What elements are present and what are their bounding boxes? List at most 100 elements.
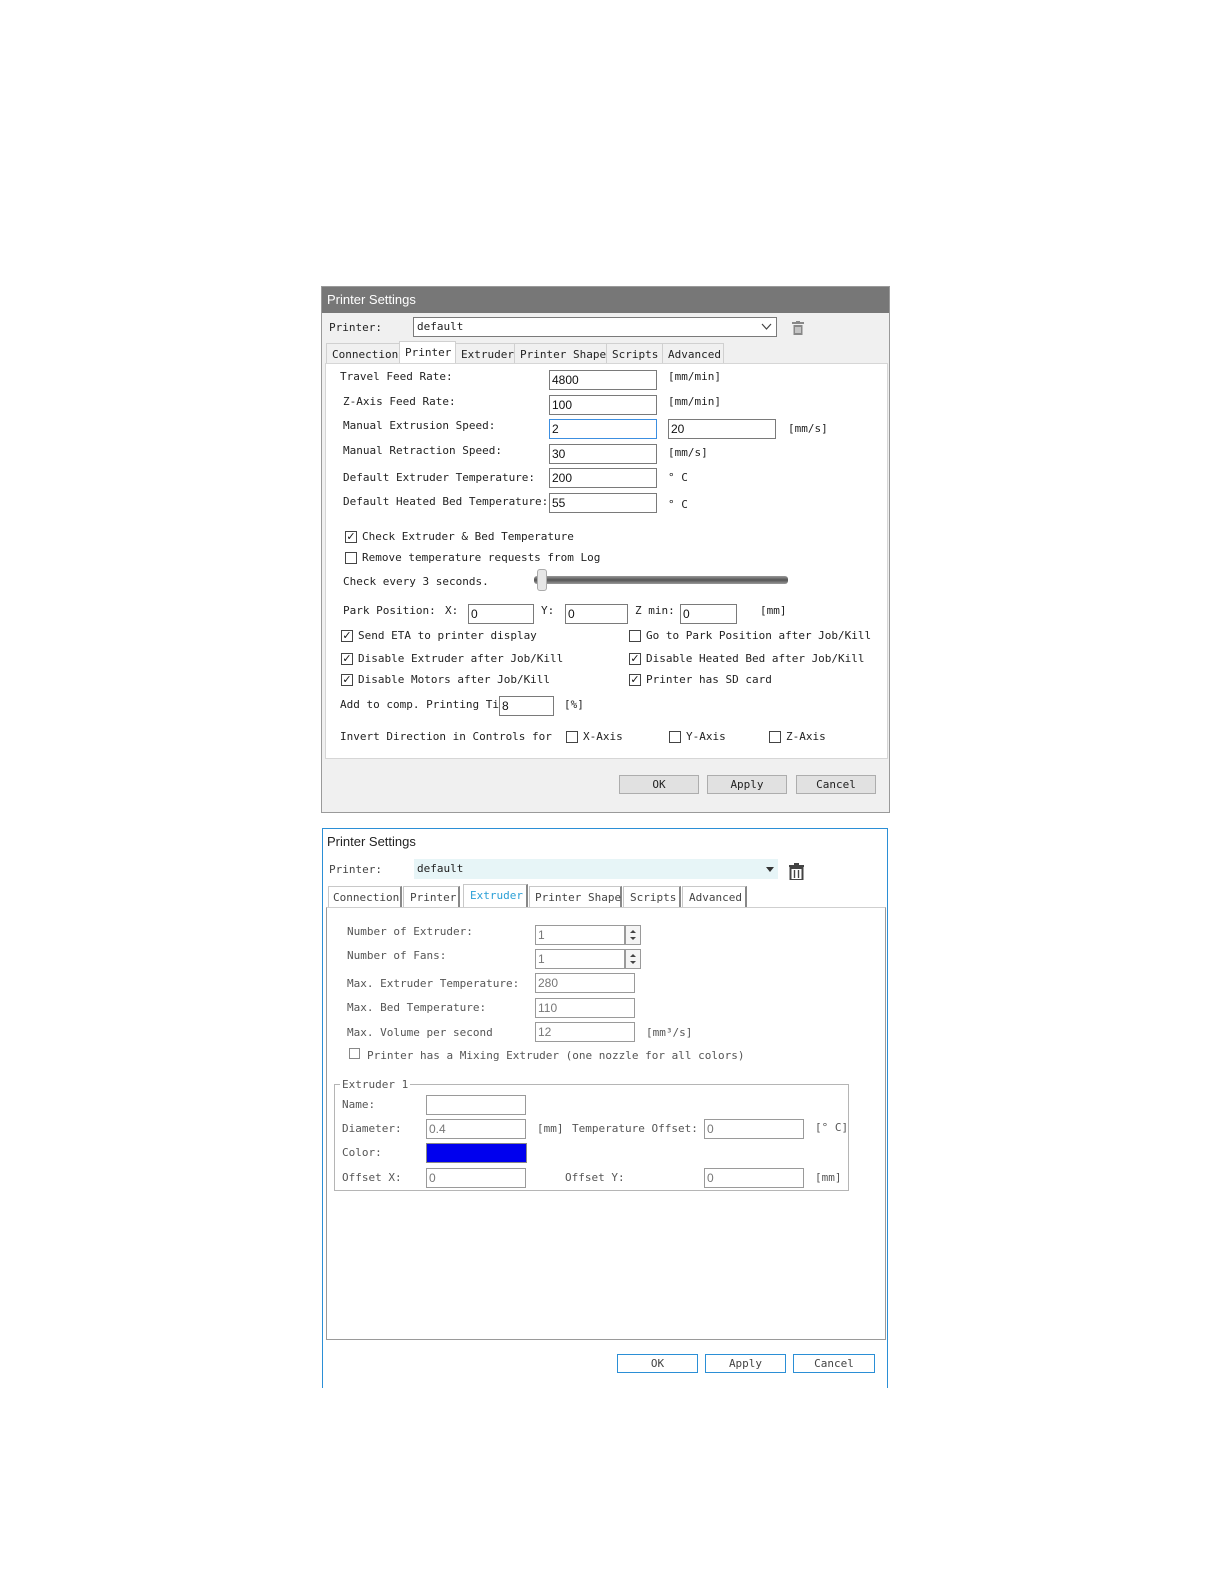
tab-extruder[interactable]: Extruder: [463, 884, 528, 908]
has-sd-card-checkbox[interactable]: ✓: [629, 674, 641, 686]
printer-settings-dialog-extruder-tab: Printer Settings Printer: default Connec…: [322, 828, 888, 1388]
printer-select-value: default: [417, 862, 464, 875]
spinner-arrows-icon: [630, 954, 636, 964]
max-bed-temperature-input[interactable]: 110: [535, 998, 635, 1018]
ok-button[interactable]: OK: [617, 1354, 698, 1373]
park-position-unit: [mm]: [760, 604, 787, 617]
manual-extrusion-speed-label: Manual Extrusion Speed:: [343, 419, 496, 432]
spinner-arrows-icon: [630, 930, 636, 940]
check-interval-label: Check every 3 seconds.: [343, 575, 489, 588]
tab-advanced-label: Advanced: [689, 891, 742, 904]
park-y-input[interactable]: 0: [565, 604, 628, 624]
park-position-label: Park Position:: [343, 604, 436, 617]
tab-advanced-label: Advanced: [668, 348, 721, 361]
max-volume-input[interactable]: 12: [535, 1022, 635, 1042]
tab-connection[interactable]: Connection: [326, 343, 400, 363]
park-zmin-input[interactable]: 0: [680, 604, 737, 624]
travel-feed-rate-label: Travel Feed Rate:: [340, 370, 453, 383]
max-extruder-temperature-input[interactable]: 280: [535, 973, 635, 993]
title-bar[interactable]: Printer Settings: [322, 287, 889, 313]
max-volume-unit: [mm³/s]: [646, 1026, 693, 1039]
diameter-input[interactable]: 0.4: [426, 1119, 526, 1139]
extruder-1-group-label: Extruder 1: [340, 1078, 411, 1091]
extruder-name-input[interactable]: [426, 1095, 526, 1115]
invert-y-axis-label: Y-Axis: [686, 730, 726, 743]
manual-extrusion-speed-unit: [mm/s]: [788, 422, 828, 435]
number-of-fans-input[interactable]: 1: [535, 949, 625, 969]
number-of-fans-spinner[interactable]: [625, 949, 641, 969]
manual-extrusion-speed-input-2[interactable]: 20: [668, 419, 776, 439]
disable-motors-label: Disable Motors after Job/Kill: [358, 673, 551, 686]
check-interval-slider-thumb[interactable]: [537, 569, 547, 591]
default-heated-bed-temperature-unit: ° C: [668, 498, 688, 511]
add-printing-time-unit: [%]: [564, 698, 584, 711]
apply-button[interactable]: Apply: [707, 775, 787, 794]
default-heated-bed-temperature-label: Default Heated Bed Temperature:: [343, 495, 549, 508]
max-bed-temperature-label: Max. Bed Temperature:: [347, 1001, 487, 1014]
invert-y-axis-checkbox[interactable]: [669, 731, 681, 743]
tab-scripts-label: Scripts: [630, 891, 677, 904]
tab-printer[interactable]: Printer: [403, 886, 460, 907]
default-extruder-temperature-input[interactable]: 200: [549, 468, 657, 488]
number-of-extruder-spinner[interactable]: [625, 925, 641, 945]
park-x-label: X:: [445, 604, 459, 617]
ok-button[interactable]: OK: [619, 775, 699, 794]
default-extruder-temperature-label: Default Extruder Temperature:: [343, 471, 536, 484]
color-swatch-button[interactable]: [426, 1143, 527, 1163]
invert-x-axis-checkbox[interactable]: [566, 731, 578, 743]
offset-y-label: Offset Y:: [565, 1171, 625, 1184]
offset-x-input[interactable]: 0: [426, 1168, 526, 1188]
tab-connection[interactable]: Connection: [328, 886, 402, 907]
tab-advanced[interactable]: Advanced: [682, 886, 747, 907]
tab-advanced[interactable]: Advanced: [662, 343, 724, 363]
z-axis-feed-rate-input[interactable]: 100: [549, 395, 657, 415]
temperature-offset-input[interactable]: 0: [704, 1119, 804, 1139]
disable-extruder-checkbox[interactable]: ✓: [341, 653, 353, 665]
trash-icon[interactable]: [792, 321, 804, 335]
invert-z-axis-checkbox[interactable]: [769, 731, 781, 743]
cancel-button[interactable]: Cancel: [793, 1354, 875, 1373]
disable-extruder-label: Disable Extruder after Job/Kill: [358, 652, 564, 665]
tab-scripts[interactable]: Scripts: [606, 343, 663, 363]
printer-select[interactable]: default: [414, 859, 778, 879]
printer-label: Printer:: [329, 321, 382, 334]
park-x-input[interactable]: 0: [468, 604, 534, 624]
travel-feed-rate-input[interactable]: 4800: [549, 370, 657, 390]
number-of-extruder-input[interactable]: 1: [535, 925, 625, 945]
printer-select[interactable]: default: [413, 317, 777, 337]
manual-extrusion-speed-input[interactable]: 2: [549, 419, 657, 439]
offset-y-input[interactable]: 0: [704, 1168, 804, 1188]
trash-icon[interactable]: [789, 863, 804, 880]
manual-retraction-speed-input[interactable]: 30: [549, 444, 657, 464]
max-extruder-temperature-label: Max. Extruder Temperature:: [347, 977, 520, 990]
send-eta-checkbox[interactable]: ✓: [341, 630, 353, 642]
park-y-label: Y:: [541, 604, 555, 617]
printer-label: Printer:: [329, 863, 382, 876]
check-temperature-checkbox[interactable]: ✓: [345, 531, 357, 543]
default-extruder-temperature-unit: ° C: [668, 471, 688, 484]
invert-z-axis-label: Z-Axis: [786, 730, 826, 743]
disable-heated-bed-checkbox[interactable]: ✓: [629, 653, 641, 665]
check-interval-slider-track[interactable]: [534, 576, 788, 584]
mixing-extruder-checkbox[interactable]: [349, 1048, 360, 1059]
disable-motors-checkbox[interactable]: ✓: [341, 674, 353, 686]
remove-temperature-log-checkbox[interactable]: [345, 552, 357, 564]
tab-connection-label: Connection: [332, 348, 399, 361]
number-of-extruder-label: Number of Extruder:: [347, 925, 473, 938]
send-eta-label: Send ETA to printer display: [358, 629, 537, 642]
cancel-button[interactable]: Cancel: [796, 775, 876, 794]
tab-extruder[interactable]: Extruder: [455, 343, 515, 363]
tab-printer-shape[interactable]: Printer Shape: [514, 343, 607, 363]
tab-printer-shape[interactable]: Printer Shape: [529, 886, 622, 907]
park-zmin-label: Z min:: [635, 604, 675, 617]
tab-printer[interactable]: Printer: [399, 341, 456, 364]
apply-button[interactable]: Apply: [705, 1354, 786, 1373]
manual-retraction-speed-label: Manual Retraction Speed:: [343, 444, 502, 457]
goto-park-label: Go to Park Position after Job/Kill: [646, 629, 872, 642]
add-printing-time-input[interactable]: 8: [499, 696, 554, 716]
has-sd-card-label: Printer has SD card: [646, 673, 772, 686]
goto-park-checkbox[interactable]: [629, 630, 641, 642]
tab-printer-shape-label: Printer Shape: [520, 348, 607, 361]
tab-scripts[interactable]: Scripts: [623, 886, 681, 907]
default-heated-bed-temperature-input[interactable]: 55: [549, 493, 657, 513]
